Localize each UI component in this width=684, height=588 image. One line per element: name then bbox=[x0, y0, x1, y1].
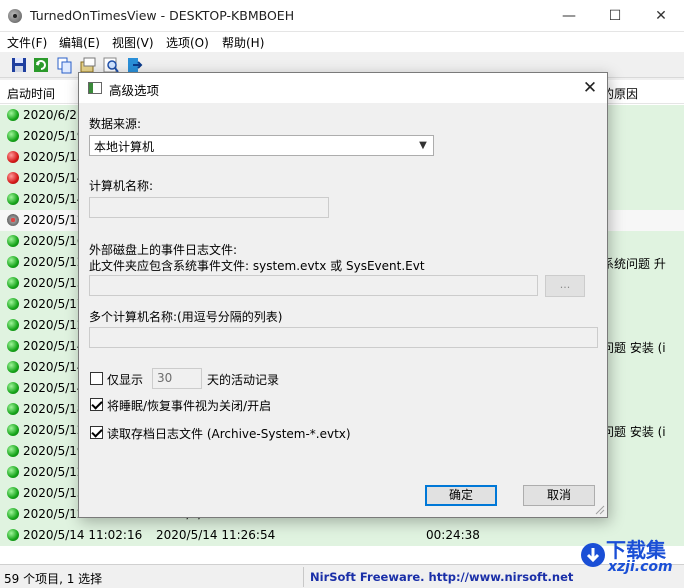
start-time-cell: 2020/5/14 bbox=[23, 192, 85, 206]
red-status-icon bbox=[7, 172, 19, 184]
green-status-icon bbox=[7, 424, 19, 436]
end-time-cell: 2020/5/14 11:26:54 bbox=[156, 528, 276, 542]
refresh-icon[interactable] bbox=[32, 56, 50, 74]
advanced-options-dialog: 高级选项 ✕ 数据来源: 本地计算机 ▼ 计算机名称: 外部磁盘上的事件日志文件… bbox=[78, 72, 608, 518]
days-input[interactable]: 30 bbox=[152, 368, 202, 389]
ok-button[interactable]: 确定 bbox=[425, 485, 497, 506]
chevron-down-icon[interactable]: ▼ bbox=[416, 138, 430, 153]
reason-cell: 系统问题 升 bbox=[602, 257, 666, 271]
start-time-cell: 2020/5/16 bbox=[23, 234, 85, 248]
menu-file[interactable]: 文件(F) bbox=[7, 34, 47, 51]
start-time-cell: 2020/5/18 bbox=[23, 402, 85, 416]
green-status-icon bbox=[7, 235, 19, 247]
multi-computer-label: 多个计算机名称:(用逗号分隔的列表) bbox=[89, 310, 283, 324]
watermark-logo: 下载集 xzji.com bbox=[578, 534, 680, 580]
column-start-time[interactable]: 启动时间 bbox=[7, 85, 55, 102]
green-status-icon bbox=[7, 466, 19, 478]
maximize-button[interactable]: ☐ bbox=[592, 0, 638, 32]
start-time-cell: 2020/5/14 bbox=[23, 339, 85, 353]
archive-logs-checkbox[interactable] bbox=[90, 426, 103, 439]
green-status-icon bbox=[7, 508, 19, 520]
window-title: TurnedOnTimesView - DESKTOP-KBMBOEH bbox=[30, 8, 295, 23]
reason-cell: 问题 安装 (i bbox=[602, 341, 666, 355]
reason-cell: 问题 安装 (i bbox=[602, 425, 666, 439]
days-value: 30 bbox=[157, 371, 173, 385]
nirsoft-link[interactable]: NirSoft Freeware. http://www.nirsoft.net bbox=[310, 570, 573, 584]
archive-logs-label: 读取存档日志文件 (Archive-System-*.evtx) bbox=[107, 427, 351, 441]
start-time-cell: 2020/5/14 11:02:16 bbox=[23, 528, 143, 542]
green-status-icon bbox=[7, 361, 19, 373]
menu-bar: 文件(F) 编辑(E) 视图(V) 选项(O) 帮助(H) bbox=[0, 32, 684, 52]
green-status-icon bbox=[7, 298, 19, 310]
green-status-icon bbox=[7, 487, 19, 499]
external-log-label: 外部磁盘上的事件日志文件: bbox=[89, 243, 238, 257]
multi-computer-input[interactable] bbox=[89, 327, 598, 348]
green-status-icon bbox=[7, 445, 19, 457]
duration-cell: 00:24:38 bbox=[426, 528, 480, 542]
sleep-as-off-label: 将睡眠/恢复事件视为关闭/开启 bbox=[107, 399, 272, 413]
download-arrow-icon bbox=[581, 543, 605, 567]
menu-edit[interactable]: 编辑(E) bbox=[59, 34, 100, 51]
item-count: 59 个项目, 1 选择 bbox=[4, 572, 103, 586]
menu-view[interactable]: 视图(V) bbox=[112, 34, 154, 51]
green-status-icon bbox=[7, 403, 19, 415]
dialog-close-button[interactable]: ✕ bbox=[577, 76, 603, 100]
green-status-icon bbox=[7, 319, 19, 331]
external-folder-input[interactable] bbox=[89, 275, 538, 296]
start-time-cell: 2020/5/12 bbox=[23, 318, 85, 332]
title-bar: TurnedOnTimesView - DESKTOP-KBMBOEH — ☐ … bbox=[0, 0, 684, 32]
green-status-icon bbox=[7, 277, 19, 289]
dialog-window-icon bbox=[88, 82, 102, 94]
start-time-cell: 2020/6/2 bbox=[23, 108, 77, 122]
copy-icon[interactable] bbox=[55, 56, 73, 74]
start-time-cell: 2020/5/15 bbox=[23, 150, 85, 164]
start-time-cell: 2020/5/12 bbox=[23, 465, 85, 479]
start-time-cell: 2020/5/12 bbox=[23, 423, 85, 437]
start-time-cell: 2020/5/17 bbox=[23, 297, 85, 311]
start-time-cell: 2020/5/15 bbox=[23, 276, 85, 290]
close-button[interactable]: ✕ bbox=[638, 0, 684, 32]
sleep-as-off-checkbox[interactable] bbox=[90, 398, 103, 411]
menu-help[interactable]: 帮助(H) bbox=[222, 34, 264, 51]
start-time-cell: 2020/5/14 bbox=[23, 381, 85, 395]
green-status-icon bbox=[7, 340, 19, 352]
save-icon[interactable] bbox=[10, 56, 28, 74]
dialog-title-bar: 高级选项 ✕ bbox=[79, 73, 607, 103]
computer-name-label: 计算机名称: bbox=[89, 179, 154, 193]
start-time-cell: 2020/5/14 bbox=[23, 360, 85, 374]
start-time-cell: 2020/5/19 bbox=[23, 129, 85, 143]
browse-button[interactable]: ... bbox=[545, 275, 585, 297]
green-status-icon bbox=[7, 256, 19, 268]
green-status-icon bbox=[7, 529, 19, 541]
data-source-value: 本地计算机 bbox=[94, 140, 155, 154]
external-log-hint: 此文件夹应包含系统事件文件: system.evtx 或 SysEvent.Ev… bbox=[89, 259, 425, 273]
minimize-button[interactable]: — bbox=[546, 0, 592, 32]
red-status-icon bbox=[7, 151, 19, 163]
data-source-label: 数据来源: bbox=[89, 117, 142, 131]
data-source-select[interactable]: 本地计算机 ▼ bbox=[89, 135, 434, 156]
computer-name-input[interactable] bbox=[89, 197, 329, 218]
start-time-cell: 2020/5/14 bbox=[23, 171, 85, 185]
watermark-url: xzji.com bbox=[608, 559, 673, 575]
only-show-checkbox[interactable] bbox=[90, 372, 103, 385]
green-status-icon bbox=[7, 130, 19, 142]
days-suffix-label: 天的活动记录 bbox=[207, 373, 280, 387]
cancel-button[interactable]: 取消 bbox=[523, 485, 595, 506]
resize-grip-icon[interactable] bbox=[593, 503, 605, 515]
menu-options[interactable]: 选项(O) bbox=[166, 34, 209, 51]
only-show-label: 仅显示 bbox=[107, 373, 144, 387]
green-status-icon bbox=[7, 382, 19, 394]
app-icon bbox=[8, 9, 22, 23]
gear-status-icon bbox=[7, 214, 19, 226]
start-time-cell: 2020/5/15 bbox=[23, 486, 85, 500]
start-time-cell: 2020/5/19 bbox=[23, 444, 85, 458]
start-time-cell: 2020/5/12 bbox=[23, 255, 85, 269]
dialog-title: 高级选项 bbox=[109, 83, 160, 98]
green-status-icon bbox=[7, 193, 19, 205]
start-time-cell: 2020/5/12 bbox=[23, 213, 85, 227]
green-status-icon bbox=[7, 109, 19, 121]
